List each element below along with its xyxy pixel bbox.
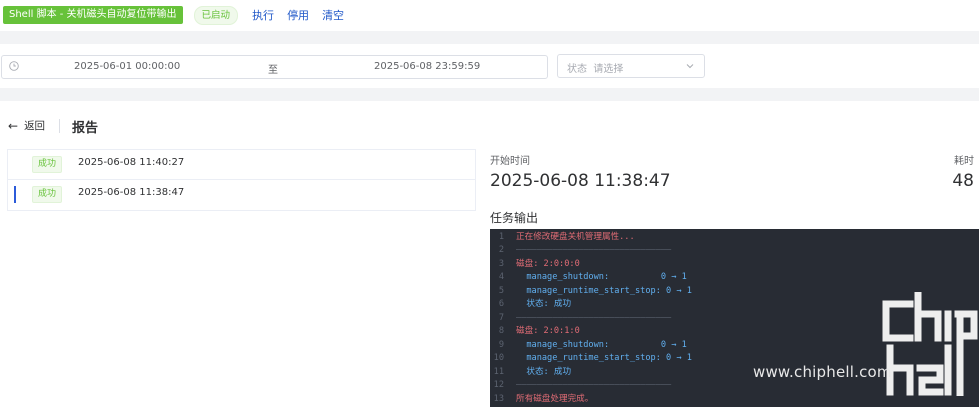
script-name-tag: Shell 脚本 - 关机磁头自动复位带输出 — [3, 6, 183, 24]
run-time: 2025-06-08 11:38:47 — [78, 187, 185, 198]
divider-band — [0, 88, 979, 101]
status-select-placeholder: 状态 请选择 — [567, 64, 624, 75]
console-line: 4 manage_shutdown: 0 → 1 — [498, 272, 687, 282]
range-end-input[interactable]: 2025-06-08 23:59:59 — [374, 61, 480, 72]
report-header: ← 返回 报告 — [0, 101, 979, 147]
run-item[interactable]: 成功 2025-06-08 11:40:27 — [8, 150, 475, 180]
range-separator: 至 — [268, 65, 278, 76]
arrow-left-icon: ← — [8, 118, 19, 133]
page-title: 报告 — [72, 121, 99, 136]
status-select[interactable]: 状态 请选择 — [557, 54, 705, 78]
divider-band — [0, 31, 979, 44]
start-time-label: 开始时间 — [490, 156, 530, 167]
run-item-selected[interactable]: 成功 2025-06-08 11:38:47 — [8, 180, 475, 209]
chiphell-logo — [882, 292, 978, 396]
duration-label: 耗时 — [954, 156, 974, 167]
execute-button[interactable]: 执行 — [252, 7, 274, 23]
run-time: 2025-06-08 11:40:27 — [78, 157, 185, 168]
clock-icon — [9, 61, 19, 71]
clear-button[interactable]: 清空 — [322, 7, 344, 23]
header-divider — [59, 119, 60, 133]
output-label: 任务输出 — [490, 211, 539, 225]
back-button[interactable]: ← 返回 — [8, 118, 45, 133]
chevron-down-icon — [686, 64, 694, 69]
range-start-input[interactable]: 2025-06-01 00:00:00 — [74, 61, 180, 72]
start-time-value: 2025-06-08 11:38:47 — [490, 171, 671, 191]
status-tag: 已启动 — [193, 5, 239, 25]
duration-value: 48 — [952, 171, 974, 191]
selected-marker — [14, 186, 16, 203]
watermark: www.chiphell.com — [752, 292, 979, 407]
console-line: 1 正在修改硬盘关机管理属性... — [498, 232, 635, 242]
console-line: 2 —————————————————————————————— — [498, 245, 672, 255]
filter-bar: 2025-06-01 00:00:00 至 2025-06-08 23:59:5… — [0, 44, 979, 88]
console-line: 3 磁盘: 2:0:0:0 — [498, 259, 580, 269]
back-label: 返回 — [24, 120, 46, 132]
date-range-picker[interactable]: 2025-06-01 00:00:00 至 2025-06-08 23:59:5… — [1, 55, 548, 79]
disable-button[interactable]: 停用 — [287, 7, 309, 23]
toolbar: Shell 脚本 - 关机磁头自动复位带输出 已启动 执行 停用 清空 — [0, 0, 979, 30]
run-status-badge: 成功 — [32, 186, 63, 203]
run-list: 成功 2025-06-08 11:40:27 成功 2025-06-08 11:… — [7, 149, 476, 211]
watermark-text: www.chiphell.com — [753, 363, 892, 381]
run-status-badge: 成功 — [32, 156, 63, 173]
